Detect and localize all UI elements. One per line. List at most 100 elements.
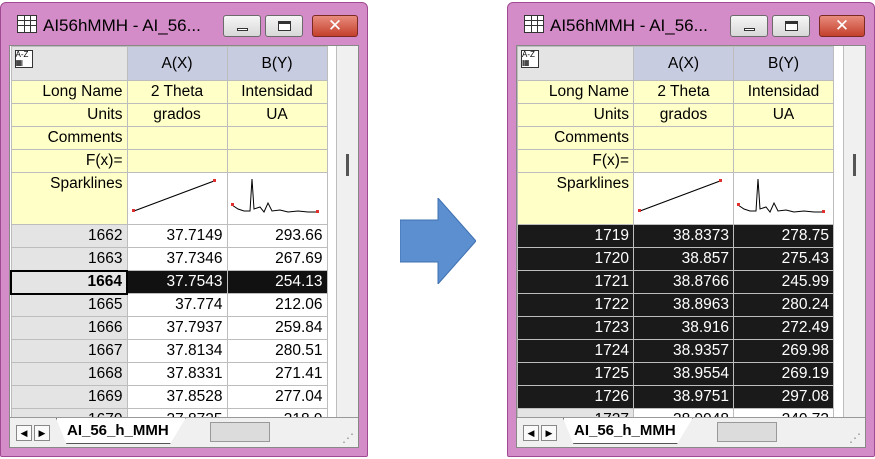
row-number[interactable]: 1726 [517,385,634,409]
minimize-button[interactable] [730,15,768,37]
row-number[interactable]: 1723 [517,316,634,340]
cell-b[interactable]: 212.06 [226,293,328,317]
cell-a[interactable]: 37.774 [126,293,228,317]
cell-a[interactable]: 38.857 [633,247,734,271]
cell-a[interactable]: 37.7543 [126,270,228,294]
sheet-tab[interactable]: AI_56_h_MMH [56,418,186,444]
worksheet-grid[interactable]: A-Z ▦ A(X) B(Y) Long Name 2 Theta Intensi… [9,45,359,448]
meta-cell[interactable] [126,126,228,150]
row-number[interactable]: 1725 [517,362,634,386]
cell-b[interactable]: 267.69 [226,247,328,271]
cell-b[interactable]: 293.66 [226,224,328,248]
meta-cell[interactable]: Intensidad [733,80,834,104]
cell-b[interactable]: 280.24 [733,293,834,317]
row-number[interactable]: 1667 [10,339,128,363]
column-header-b[interactable]: B(Y) [226,46,328,81]
meta-label-long-name[interactable]: Long Name [10,80,128,104]
select-all-corner[interactable]: A-Z ▦ [10,46,128,81]
cell-a[interactable]: 38.9357 [633,339,734,363]
cell-b[interactable]: 254.13 [226,270,328,294]
meta-cell[interactable]: grados [633,103,734,127]
select-all-corner[interactable]: A-Z ▦ [517,46,634,81]
cell-b[interactable]: 259.84 [226,316,328,340]
meta-cell[interactable] [226,149,328,173]
worksheet-window-right[interactable]: AI56hMMH - AI_56... ✕ A-Z ▦ A(X) B(Y) Lon… [507,2,875,457]
sparkline-b[interactable] [226,172,328,225]
resize-grip-icon[interactable]: ⋰ [342,431,356,445]
meta-label-long-name[interactable]: Long Name [517,80,634,104]
meta-cell[interactable] [733,149,834,173]
meta-label-fx[interactable]: F(x)= [10,149,128,173]
cell-b[interactable]: 245.99 [733,270,834,294]
meta-label-comments[interactable]: Comments [10,126,128,150]
horizontal-scrollbar[interactable] [210,422,270,442]
cell-a[interactable]: 38.8766 [633,270,734,294]
maximize-button[interactable] [265,15,303,37]
row-number[interactable]: 1668 [10,362,128,386]
cell-a[interactable]: 37.7149 [126,224,228,248]
row-number[interactable]: 1666 [10,316,128,340]
cell-a[interactable]: 38.916 [633,316,734,340]
sparkline-a[interactable] [633,172,734,225]
meta-label-sparklines[interactable]: Sparklines [517,172,634,225]
minimize-button[interactable] [223,15,261,37]
cell-a[interactable]: 38.9554 [633,362,734,386]
previous-sheet-button[interactable]: ◀ [523,425,539,441]
resize-grip-icon[interactable]: ⋰ [849,431,863,445]
sheet-tab[interactable]: AI_56_h_MMH [563,418,693,444]
meta-cell[interactable]: UA [226,103,328,127]
meta-cell[interactable] [633,149,734,173]
meta-label-sparklines[interactable]: Sparklines [10,172,128,225]
cell-b[interactable]: 297.08 [733,385,834,409]
sparkline-a[interactable] [126,172,228,225]
cell-b[interactable]: 277.04 [226,385,328,409]
previous-sheet-button[interactable]: ◀ [16,425,32,441]
meta-cell[interactable] [733,126,834,150]
meta-label-fx[interactable]: F(x)= [517,149,634,173]
row-number[interactable]: 1665 [10,293,128,317]
horizontal-scrollbar[interactable] [717,422,777,442]
cell-a[interactable]: 37.8331 [126,362,228,386]
scrollbar-thumb[interactable] [853,154,856,176]
cell-b[interactable]: 275.43 [733,247,834,271]
row-number[interactable]: 1662 [10,224,128,248]
title-bar[interactable]: AI56hMMH - AI_56... ✕ [508,3,874,45]
close-button[interactable]: ✕ [819,15,865,37]
column-header-a[interactable]: A(X) [633,46,734,81]
cell-a[interactable]: 37.7937 [126,316,228,340]
vertical-scrollbar[interactable] [336,46,358,417]
row-number[interactable]: 1664 [10,269,128,295]
next-sheet-button[interactable]: ▶ [34,425,50,441]
scrollbar-thumb[interactable] [346,154,349,176]
meta-cell[interactable]: 2 Theta [126,80,228,104]
meta-cell[interactable] [226,126,328,150]
title-bar[interactable]: AI56hMMH - AI_56... ✕ [1,3,367,45]
row-number[interactable]: 1720 [517,247,634,271]
sparkline-b[interactable] [733,172,834,225]
cell-b[interactable]: 278.75 [733,224,834,248]
meta-label-units[interactable]: Units [10,103,128,127]
worksheet-window-left[interactable]: AI56hMMH - AI_56... ✕ A-Z ▦ A(X) B(Y) Lon… [0,2,368,457]
cell-a[interactable]: 37.7346 [126,247,228,271]
cell-a[interactable]: 37.8528 [126,385,228,409]
row-number[interactable]: 1724 [517,339,634,363]
row-number[interactable]: 1722 [517,293,634,317]
meta-cell[interactable]: UA [733,103,834,127]
meta-label-comments[interactable]: Comments [517,126,634,150]
meta-cell[interactable]: grados [126,103,228,127]
cell-b[interactable]: 272.49 [733,316,834,340]
meta-cell[interactable] [633,126,734,150]
row-number[interactable]: 1669 [10,385,128,409]
cell-a[interactable]: 38.8373 [633,224,734,248]
column-header-a[interactable]: A(X) [126,46,228,81]
worksheet-grid[interactable]: A-Z ▦ A(X) B(Y) Long Name 2 Theta Intensi… [516,45,866,448]
cell-b[interactable]: 269.98 [733,339,834,363]
maximize-button[interactable] [772,15,810,37]
close-button[interactable]: ✕ [312,15,358,37]
meta-label-units[interactable]: Units [517,103,634,127]
vertical-scrollbar[interactable] [843,46,865,417]
row-number[interactable]: 1721 [517,270,634,294]
meta-cell[interactable] [126,149,228,173]
row-number[interactable]: 1663 [10,247,128,271]
cell-b[interactable]: 269.19 [733,362,834,386]
